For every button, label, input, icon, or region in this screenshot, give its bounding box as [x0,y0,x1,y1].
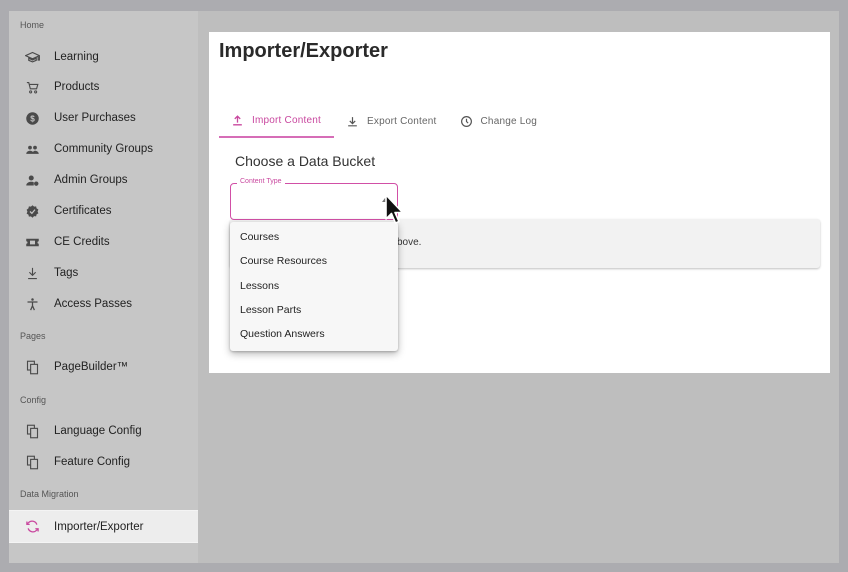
sidebar-item-label: Feature Config [54,456,131,468]
sidebar-item-label: PageBuilder™ [54,361,129,373]
sidebar-item-label: User Purchases [54,112,136,124]
admin-group-icon [24,172,40,188]
info-text: bove. [397,237,422,248]
content-type-select[interactable]: Content Type [230,178,398,220]
cart-icon [24,79,40,95]
sync-icon [24,519,40,535]
sidebar-item-label: Importer/Exporter [54,520,144,533]
download-icon [348,116,357,126]
tab-label: Import Content [252,114,321,126]
option-courses[interactable]: Courses [230,225,398,249]
section-label-config: Config [20,395,47,405]
copy-icon [24,454,40,470]
sidebar-item-label: Products [54,81,100,93]
svg-text:$: $ [30,114,35,123]
sidebar-item-feature-config[interactable]: Feature Config [9,447,198,477]
sidebar-item-importer-exporter[interactable]: Importer/Exporter [9,510,198,543]
page-title: Importer/Exporter [219,40,388,62]
copy-icon [24,423,40,439]
content-type-dropdown: Courses Course Resources Lessons Lesson … [230,222,398,351]
option-question-answers[interactable]: Question Answers [230,322,398,346]
sidebar-item-label: Language Config [54,425,142,437]
sidebar-item-label: Access Passes [54,298,132,310]
sidebar-item-pagebuilder[interactable]: PageBuilder™ [9,352,198,382]
sidebar-item-access-passes[interactable]: Access Passes [9,289,198,319]
sidebar-item-products[interactable]: Products [9,72,198,102]
section-label-data-migration: Data Migration [20,489,79,499]
tab-label: Export Content [367,115,437,127]
section-label-pages: Pages [20,331,46,341]
sidebar-item-label: Community Groups [54,143,154,155]
accessibility-icon [24,296,40,312]
tab-export-content[interactable]: Export Content [334,104,448,138]
dollar-icon: $ [24,110,40,126]
graduation-cap-icon [24,49,40,65]
tab-import-content[interactable]: Import Content [219,104,334,138]
sidebar-item-tags[interactable]: Tags [9,258,198,288]
section-heading: Choose a Data Bucket [235,153,376,169]
sidebar-item-label: Admin Groups [54,174,128,186]
sidebar-item-certificates[interactable]: Certificates [9,196,198,226]
sidebar: Home Learning Products $ User Purchases … [9,11,198,563]
option-lesson-parts[interactable]: Lesson Parts [230,298,398,322]
option-lessons[interactable]: Lessons [230,274,398,298]
sidebar-item-learning[interactable]: Learning [9,42,198,72]
sidebar-item-label: Tags [54,267,79,279]
group-icon [24,141,40,157]
option-course-resources[interactable]: Course Resources [230,249,398,273]
clock-icon [460,115,472,127]
tag-icon [24,265,40,281]
tab-bar: Import Content Export Content Change Log [219,104,548,138]
sidebar-item-user-purchases[interactable]: $ User Purchases [9,103,198,133]
ticket-icon [24,234,40,250]
sidebar-item-label: Learning [54,51,99,63]
tab-label: Change Log [480,115,538,127]
field-label: Content Type [237,178,285,185]
sidebar-item-community-groups[interactable]: Community Groups [9,134,198,164]
verified-icon [24,203,40,219]
copy-icon [24,359,40,375]
mouse-cursor-icon [385,194,404,224]
sidebar-item-language-config[interactable]: Language Config [9,416,198,446]
section-label-home: Home [20,20,45,30]
upload-icon [233,114,242,125]
sidebar-item-label: CE Credits [54,236,110,248]
sidebar-item-ce-credits[interactable]: CE Credits [9,227,198,257]
sidebar-item-admin-groups[interactable]: Admin Groups [9,165,198,195]
sidebar-item-label: Certificates [54,205,112,217]
tab-change-log[interactable]: Change Log [448,104,549,138]
